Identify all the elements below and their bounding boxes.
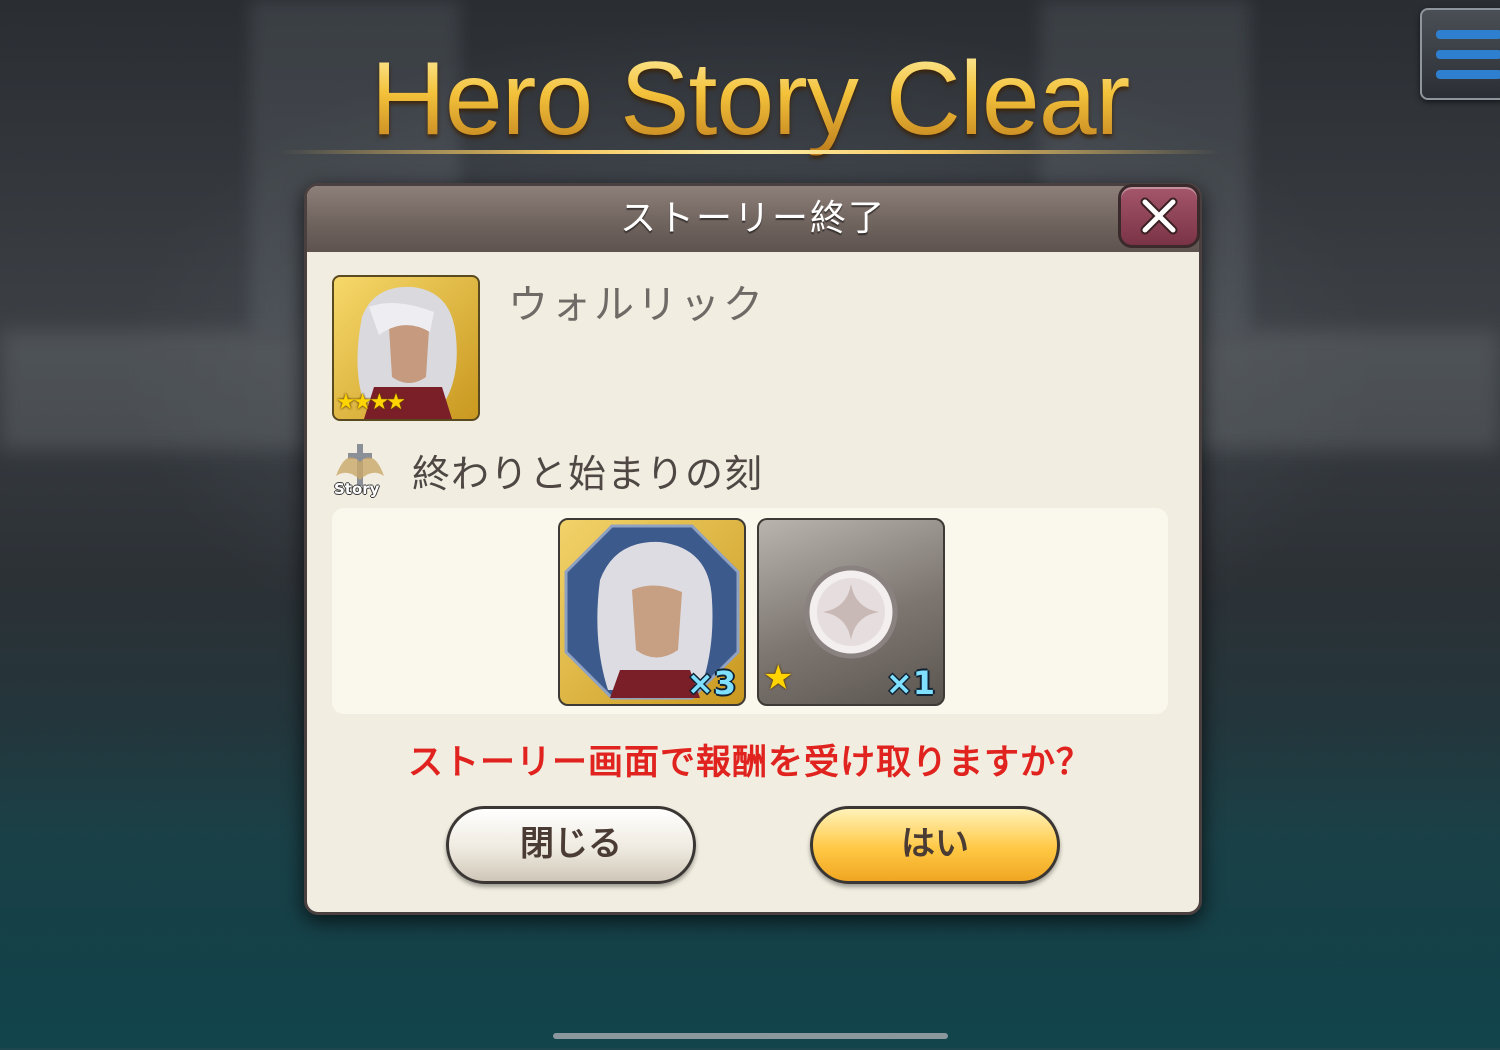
hamburger-icon-line [1436,50,1500,59]
reward-count: ×1 [885,664,935,702]
hamburger-icon [1436,30,1500,39]
banner-underline [280,150,1220,154]
close-button[interactable]: 閉じる [446,806,696,884]
hero-name: ウォルリック [508,282,766,328]
story-icon-label: Story [334,480,380,498]
reward-medal-item[interactable]: ★ ×1 [757,518,945,706]
hamburger-icon-line [1436,70,1500,79]
yes-button[interactable]: はい [810,806,1060,884]
hero-portrait[interactable]: ★★★★ [332,275,480,421]
banner-title: Hero Story Clear [0,40,1500,159]
rarity-stars: ★★★★ [336,390,406,415]
menu-button[interactable] [1420,8,1500,100]
story-icon: Story [330,440,390,500]
story-title: 終わりと始まりの刻 [412,452,764,496]
confirm-prompt: ストーリー画面で報酬を受け取りますか？ [407,743,1092,783]
home-indicator[interactable] [553,1033,948,1039]
dialog-title: ストーリー終了 [307,186,1199,252]
close-icon [1140,197,1178,235]
dialog-close-x-button[interactable] [1118,184,1200,248]
rarity-star-icon: ★ [763,658,794,698]
reward-list [332,508,1168,714]
reward-hero-item[interactable]: ×3 [558,518,746,706]
reward-count: ×3 [686,664,736,702]
